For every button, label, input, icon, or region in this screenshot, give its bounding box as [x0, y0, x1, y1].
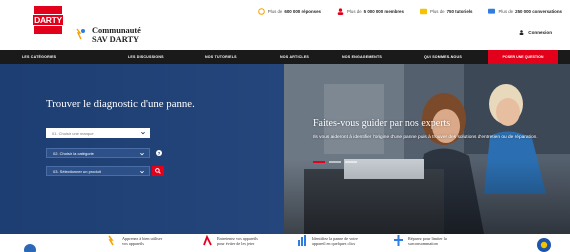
- carousel-dot[interactable]: [345, 161, 357, 163]
- conversation-icon: [488, 8, 496, 14]
- hero-section: Trouver le diagnostic d'une panne. 01. C…: [0, 64, 570, 234]
- community-brand[interactable]: Communauté SAV DARTY: [92, 26, 141, 44]
- bulb-icon: [108, 235, 114, 246]
- stat-tutorials: Plus de 750 tutoriels: [419, 8, 475, 15]
- ask-question-button[interactable]: POSER UNE QUESTION: [488, 50, 558, 64]
- search-icon: [155, 168, 161, 174]
- question-mark-icon: [540, 241, 548, 249]
- darty-logo[interactable]: DARTY: [32, 6, 64, 34]
- nav-item-articles[interactable]: NOS ARTICLES: [280, 55, 309, 59]
- chat-bubble-icon[interactable]: [24, 244, 36, 252]
- brand-line2: SAV DARTY: [92, 35, 140, 44]
- nav-item-engagements[interactable]: NOS ENGAGEMENTS: [342, 55, 382, 59]
- hero-photo: [284, 64, 570, 234]
- stats-bar: Plus de 600 000 réponses Plus de 5 000 000…: [0, 0, 570, 22]
- chevron-down-icon: [140, 152, 144, 156]
- assistant-icon[interactable]: [537, 238, 551, 252]
- plus-icon: [394, 235, 403, 246]
- login-label: Connexion: [528, 30, 552, 35]
- search-button[interactable]: [152, 166, 164, 176]
- nav-item-tutorials[interactable]: NOS TUTORIELS: [205, 55, 237, 59]
- chart-icon: [203, 235, 212, 246]
- slide-text: Ils vous aideront à identifier l'origine…: [313, 135, 538, 140]
- chevron-down-icon: [141, 131, 145, 135]
- slide-heading: Faites-vous guider par nos experts: [313, 118, 451, 129]
- category-select[interactable]: 02. Choisir la catégorie: [46, 148, 150, 158]
- community-bulb-icon: [76, 28, 85, 40]
- login-button[interactable]: Connexion: [519, 30, 552, 35]
- features-bar: [0, 234, 570, 252]
- carousel-dot[interactable]: [313, 161, 325, 163]
- user-icon: [519, 30, 524, 35]
- carousel-dot[interactable]: [329, 161, 341, 163]
- clock-icon: [257, 7, 265, 15]
- category-select-value: 02. Choisir la catégorie: [53, 150, 94, 156]
- stat-answers: Plus de 600 000 réponses: [257, 7, 323, 15]
- product-select-value: 03. Sélectionner un produit: [53, 168, 101, 174]
- nav-item-about[interactable]: QUI SOMMES-NOUS: [424, 55, 462, 59]
- help-icon[interactable]: ?: [156, 150, 162, 156]
- nav-item-categories[interactable]: LES CATÉGORIES: [22, 55, 56, 59]
- feature-identify: Identifiez la panne de votre appareil en …: [298, 235, 358, 246]
- carousel-dots: [313, 161, 357, 163]
- main-nav: LES CATÉGORIES LES DISCUSSIONS NOS TUTOR…: [0, 50, 570, 64]
- stat-members: Plus de 5 000 000 membres: [337, 7, 406, 15]
- product-select[interactable]: 03. Sélectionner un produit: [46, 166, 150, 176]
- nav-item-discussions[interactable]: LES DISCUSSIONS: [128, 55, 164, 59]
- brand-select[interactable]: 01. Choisir une marque: [46, 128, 150, 138]
- feature-learn: Apprenez à bien utiliser vos appareils: [108, 235, 162, 246]
- brand-select-value: 01. Choisir une marque: [52, 130, 94, 136]
- member-icon: [337, 7, 344, 15]
- stat-conversations: Plus de 250 000 conversations: [488, 8, 564, 15]
- bars-icon: [298, 235, 306, 246]
- technicians-image: [284, 64, 570, 234]
- feature-maintain: Entretenez vos appareils pour éviter de l…: [203, 235, 258, 246]
- chevron-down-icon: [140, 170, 144, 174]
- tutorial-icon: [419, 8, 427, 14]
- diagnostic-title: Trouver le diagnostic d'une panne.: [46, 98, 195, 110]
- feature-repair: Réparez pour limiter la surconsommation: [394, 235, 447, 246]
- brand-line1: Communauté: [92, 26, 141, 35]
